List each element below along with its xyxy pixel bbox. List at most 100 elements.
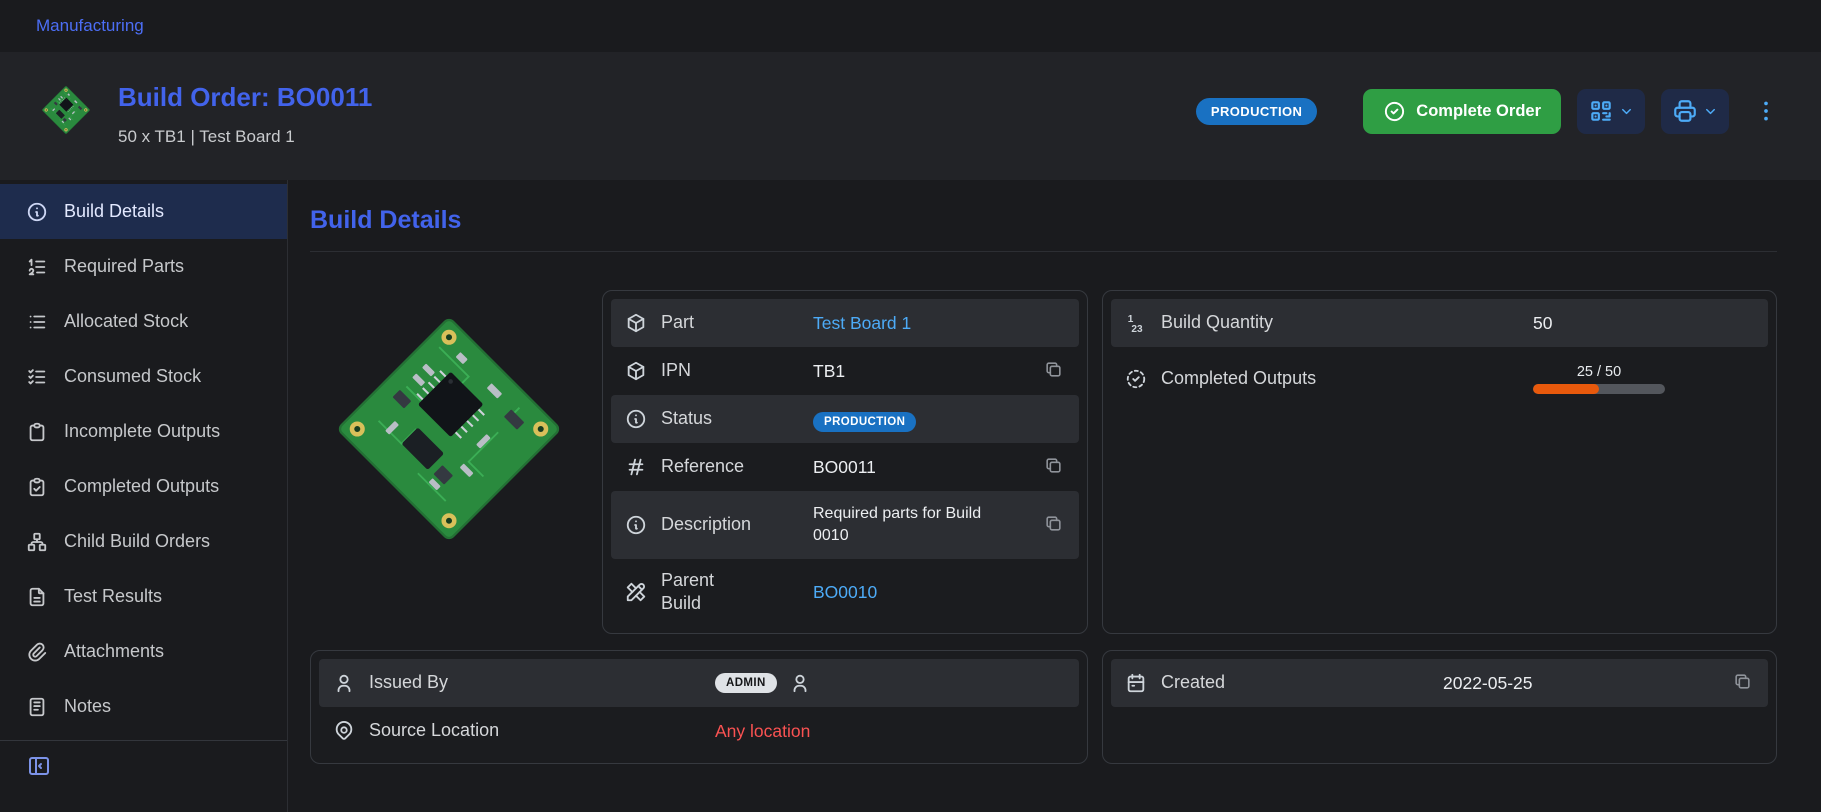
notes-icon xyxy=(26,696,48,718)
build-quantity-value: 50 xyxy=(1533,313,1754,334)
detail-row-ipn: IPN TB1 xyxy=(611,347,1079,395)
part-image-preview[interactable] xyxy=(310,290,588,573)
copy-button[interactable] xyxy=(1731,670,1754,696)
list-numbers-icon xyxy=(26,256,48,278)
sidebar-collapse-icon xyxy=(27,754,51,778)
sidebar-item-incomplete-outputs[interactable]: Incomplete Outputs xyxy=(0,404,287,459)
sidebar-item-label: Completed Outputs xyxy=(64,476,219,497)
paperclip-icon xyxy=(26,641,48,663)
completed-progress-fill xyxy=(1533,384,1599,394)
build-details-panel: Part Test Board 1 IPN TB1 xyxy=(602,290,1088,634)
sidebar-item-label: Build Details xyxy=(64,201,164,222)
created-panel: Created 2022-05-25 xyxy=(1102,650,1777,764)
part-link[interactable]: Test Board 1 xyxy=(813,313,911,333)
detail-label: Source Location xyxy=(369,719,715,742)
production-status-badge: PRODUCTION xyxy=(1196,98,1317,125)
heading-divider xyxy=(310,251,1777,252)
status-badge: PRODUCTION xyxy=(813,412,916,432)
completed-outputs-progress: 25 / 50 xyxy=(1533,364,1665,394)
sidebar-item-label: Notes xyxy=(64,696,111,717)
sidebar-collapse-button[interactable] xyxy=(0,741,54,791)
print-actions-button[interactable] xyxy=(1661,89,1729,134)
sidebar-item-label: Attachments xyxy=(64,641,164,662)
issued-by-row: Issued By ADMIN xyxy=(319,659,1079,707)
more-actions-button[interactable] xyxy=(1753,98,1779,124)
copy-button[interactable] xyxy=(1042,358,1065,384)
page-title: Build Order: BO0011 xyxy=(118,82,372,113)
complete-order-label: Complete Order xyxy=(1416,102,1541,121)
dots-vertical-icon xyxy=(1753,98,1779,124)
circle-check-icon xyxy=(1383,100,1406,123)
info-circle-icon xyxy=(26,201,48,223)
detail-label: Parent Build xyxy=(661,569,813,616)
main-content: Build Details Part Test Board 1 xyxy=(288,180,1821,812)
sidebar-item-label: Required Parts xyxy=(64,256,184,277)
sidebar-item-allocated-stock[interactable]: Allocated Stock xyxy=(0,294,287,349)
tools-icon xyxy=(625,581,661,603)
breadcrumb-manufacturing-link[interactable]: Manufacturing xyxy=(36,16,144,36)
box-icon xyxy=(625,360,661,382)
source-location-row: Source Location Any location xyxy=(319,707,1079,755)
build-thumbnail-image xyxy=(36,80,96,140)
sidebar-item-required-parts[interactable]: Required Parts xyxy=(0,239,287,294)
detail-row-status: Status PRODUCTION xyxy=(611,395,1079,443)
sidebar-item-label: Allocated Stock xyxy=(64,311,188,332)
copy-button[interactable] xyxy=(1042,512,1065,538)
barcode-actions-button[interactable] xyxy=(1577,89,1645,134)
sidebar-item-child-build-orders[interactable]: Child Build Orders xyxy=(0,514,287,569)
created-row: Created 2022-05-25 xyxy=(1111,659,1768,707)
breadcrumb: Manufacturing xyxy=(0,0,1821,52)
sidebar-item-attachments[interactable]: Attachments xyxy=(0,624,287,679)
progress-track xyxy=(1533,384,1665,394)
detail-label: Completed Outputs xyxy=(1161,367,1533,390)
detail-value: BO0011 xyxy=(813,457,1042,478)
detail-label: Created xyxy=(1161,671,1443,694)
sidebar-item-consumed-stock[interactable]: Consumed Stock xyxy=(0,349,287,404)
detail-label: Issued By xyxy=(369,671,715,694)
sidebar-item-label: Incomplete Outputs xyxy=(64,421,220,442)
sidebar-item-completed-outputs[interactable]: Completed Outputs xyxy=(0,459,287,514)
detail-value: TB1 xyxy=(813,361,1042,382)
printer-icon xyxy=(1672,98,1698,124)
detail-row-reference: Reference BO0011 xyxy=(611,443,1079,491)
detail-row-description: Description Required parts for Build 001… xyxy=(611,491,1079,559)
issued-panel: Issued By ADMIN Source Location Any loca… xyxy=(310,650,1088,764)
user-icon xyxy=(789,672,811,694)
copy-button[interactable] xyxy=(1042,454,1065,480)
sidebar-item-label: Test Results xyxy=(64,586,162,607)
sidebar-item-notes[interactable]: Notes xyxy=(0,679,287,734)
map-pin-icon xyxy=(333,720,369,742)
sidebar-item-label: Child Build Orders xyxy=(64,531,210,552)
sidebar: Build Details Required Parts Allocated S… xyxy=(0,180,288,812)
user-icon xyxy=(333,672,369,694)
detail-value: Required parts for Build 0010 xyxy=(813,503,1008,548)
sidebar-item-build-details[interactable]: Build Details xyxy=(0,184,287,239)
info-circle-icon xyxy=(625,408,661,430)
build-quantity-row: 123 Build Quantity 50 xyxy=(1111,299,1768,347)
page-subtitle: 50 x TB1 | Test Board 1 xyxy=(118,127,372,147)
complete-order-button[interactable]: Complete Order xyxy=(1363,89,1561,134)
progress-check-icon xyxy=(1125,368,1161,390)
parent-build-link[interactable]: BO0010 xyxy=(813,582,877,602)
detail-label: Part xyxy=(661,311,813,334)
chevron-down-icon xyxy=(1703,104,1718,119)
detail-label: Status xyxy=(661,407,813,430)
detail-label: IPN xyxy=(661,359,813,382)
detail-label: Reference xyxy=(661,455,813,478)
section-heading: Build Details xyxy=(310,206,1777,235)
detail-row-parent-build: Parent Build BO0010 xyxy=(611,559,1079,625)
detail-label: Build Quantity xyxy=(1161,311,1533,334)
qrcode-icon xyxy=(1588,98,1614,124)
sidebar-item-test-results[interactable]: Test Results xyxy=(0,569,287,624)
sidebar-item-label: Consumed Stock xyxy=(64,366,201,387)
calendar-icon xyxy=(1125,672,1161,694)
list-check-icon xyxy=(26,366,48,388)
info-circle-icon xyxy=(625,514,661,536)
source-location-value: Any location xyxy=(715,721,1065,742)
clipboard-icon xyxy=(26,421,48,443)
chevron-down-icon xyxy=(1619,104,1634,119)
list-icon xyxy=(26,311,48,333)
admin-badge: ADMIN xyxy=(715,673,777,693)
created-value: 2022-05-25 xyxy=(1443,673,1731,694)
detail-row-part: Part Test Board 1 xyxy=(611,299,1079,347)
